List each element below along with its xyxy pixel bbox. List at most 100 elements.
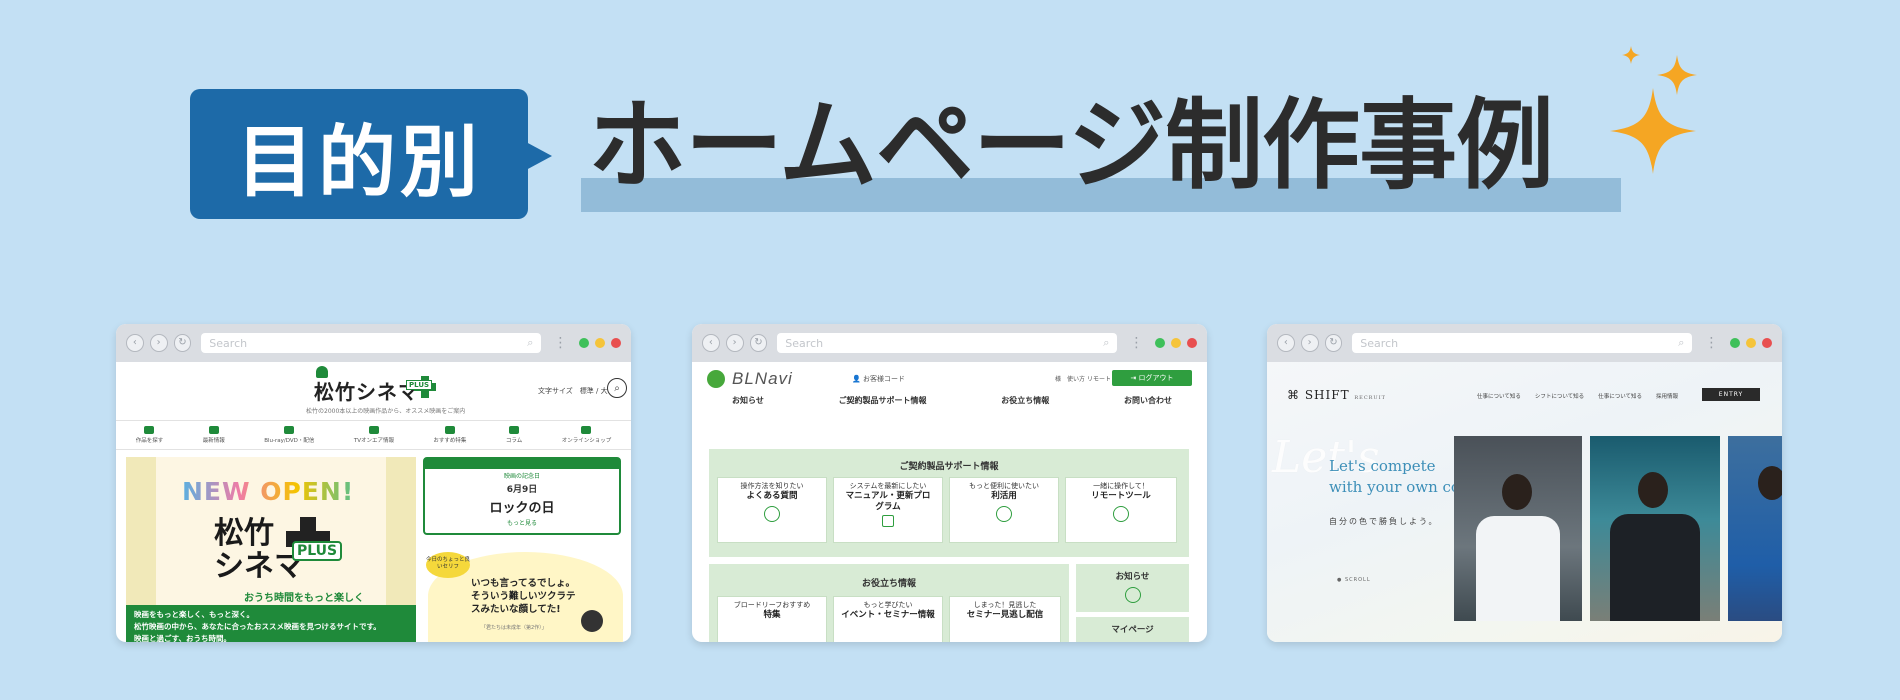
site-logo[interactable]: BLNavi xyxy=(732,369,793,389)
nav-item-news[interactable]: お知らせ xyxy=(732,395,764,406)
page-title: ホームページ制作事例 xyxy=(588,89,1554,203)
nav-item-work[interactable]: 仕事について知る xyxy=(1477,392,1521,400)
nav-item-features[interactable]: おすすめ特集 xyxy=(433,426,466,444)
main-nav: 仕事について知る シフトについて知る 仕事について知る 採用情報 xyxy=(1477,392,1678,400)
sparkle-small-icon xyxy=(1622,46,1640,64)
back-icon[interactable]: ‹ xyxy=(702,334,720,352)
reload-icon[interactable]: ↻ xyxy=(749,334,768,352)
font-size-control: 文字サイズ 標準 / 大 xyxy=(538,387,608,395)
window-red-dot[interactable] xyxy=(611,338,622,348)
useful-section: お役立ち情報 ブロードリーフおすすめ 特集 もっと学びたい イベント・セミナー情報 … xyxy=(709,564,1069,642)
remote-link[interactable]: リモート xyxy=(1087,376,1111,383)
scroll-indicator[interactable]: ● SCROLL xyxy=(1337,577,1371,583)
manual-card[interactable]: システムを最新にしたい マニュアル・更新プログラム xyxy=(833,477,943,543)
category-tag: 目的別 xyxy=(190,89,528,219)
back-icon[interactable]: ‹ xyxy=(126,334,144,352)
browser-window-shochiku: ‹ › ↻ Search ⌕ ⋮ 松竹シネマ PLUS 松竹の2000本以上の映画… xyxy=(116,324,631,642)
nav-item-bluray[interactable]: Blu-ray/DVD・配信 xyxy=(264,426,314,444)
logout-icon: ⇥ xyxy=(1130,374,1137,382)
nav-item-column[interactable]: コラム xyxy=(506,426,522,444)
nav-item-shop[interactable]: オンラインショップ xyxy=(562,426,611,444)
address-bar[interactable]: Search ⌕ xyxy=(1352,333,1693,353)
arrow-up-icon xyxy=(996,506,1012,522)
entry-button[interactable]: ENTRY xyxy=(1702,388,1760,401)
tv-icon xyxy=(368,426,379,434)
kebab-menu-icon[interactable]: ⋮ xyxy=(1129,336,1143,350)
side-mypage[interactable]: マイページ xyxy=(1076,617,1189,642)
browser-toolbar: ‹ › ↻ Search ⌕ ⋮ xyxy=(1267,324,1782,362)
quote-bubble: 今日のちょっと良いセリフ xyxy=(426,552,470,578)
site-logo[interactable]: ⌘ SHIFT RECRUIT xyxy=(1287,388,1386,402)
nav-item-search-works[interactable]: 作品を探す xyxy=(136,426,163,444)
address-bar[interactable]: Search ⌕ xyxy=(201,333,542,353)
search-icon[interactable]: ⌕ xyxy=(607,378,627,398)
staff-photo-3 xyxy=(1728,436,1782,621)
window-yellow-dot[interactable] xyxy=(595,338,606,348)
window-green-dot[interactable] xyxy=(1155,338,1166,348)
quote-source: 「君たちは未成年（第2作）」 xyxy=(481,625,547,631)
window-yellow-dot[interactable] xyxy=(1746,338,1757,348)
hero-badge: PLUS xyxy=(292,541,343,561)
anniversary-card[interactable]: 映画の記念日 6月9日 ロックの日 もっと見る xyxy=(423,457,621,535)
nav-item-about[interactable]: シフトについて知る xyxy=(1535,392,1584,400)
hero-new-open: NEW OPEN! xyxy=(182,477,355,506)
hero-tagline: おうち時間をもっと楽しく xyxy=(244,593,364,604)
window-yellow-dot[interactable] xyxy=(1171,338,1182,348)
nav-item-jobs[interactable]: 仕事について知る xyxy=(1598,392,1642,400)
staff-photo-2 xyxy=(1590,436,1720,621)
window-green-dot[interactable] xyxy=(579,338,590,348)
kebab-menu-icon[interactable]: ⋮ xyxy=(553,336,567,350)
nav-item-tv[interactable]: TVオンエア情報 xyxy=(354,426,394,444)
film-icon xyxy=(144,426,155,434)
nav-item-news[interactable]: 最新情報 xyxy=(203,426,225,444)
forward-icon[interactable]: › xyxy=(1300,334,1319,352)
question-icon xyxy=(764,506,780,522)
header-utilities: 様 使い方 リモート xyxy=(1055,376,1111,383)
main-nav: 作品を探す 最新情報 Blu-ray/DVD・配信 TVオンエア情報 おすすめ特… xyxy=(116,420,631,450)
faq-card[interactable]: 操作方法を知りたい よくある質問 xyxy=(717,477,827,543)
back-icon[interactable]: ‹ xyxy=(1277,334,1295,352)
megaphone-icon xyxy=(208,426,219,434)
support-section: ご契約製品サポート情報 操作方法を知りたい よくある質問 システムを最新にしたいマ… xyxy=(709,449,1189,557)
event-card[interactable]: もっと学びたい イベント・セミナー情報 xyxy=(833,596,943,642)
remote-card[interactable]: 一緒に操作して！ リモートツール xyxy=(1065,477,1177,543)
nav-item-useful[interactable]: お役立ち情報 xyxy=(1001,395,1049,406)
tag-pointer xyxy=(526,142,552,170)
shift-mark-icon: ⌘ xyxy=(1287,388,1300,402)
logout-button[interactable]: ⇥ ログアウト xyxy=(1112,370,1192,386)
card-title: ロックの日 xyxy=(489,501,555,516)
address-bar[interactable]: Search ⌕ xyxy=(777,333,1118,353)
clipboard-icon xyxy=(882,515,894,527)
feature-card[interactable]: ブロードリーフおすすめ 特集 xyxy=(717,596,827,642)
nav-item-support[interactable]: ご契約製品サポート情報 xyxy=(839,395,927,406)
hero-banner[interactable]: NEW OPEN! 松竹 シネマ PLUS おうち時間をもっと楽しく 映画をもっと… xyxy=(126,457,416,642)
card-date: 6月9日 xyxy=(506,485,538,495)
forward-icon[interactable]: › xyxy=(725,334,744,352)
window-red-dot[interactable] xyxy=(1762,338,1773,348)
browser-window-blnavi: ‹ › ↻ Search ⌕ ⋮ BLNavi 👤 お客様コード 様 使い方 リモ… xyxy=(692,324,1207,642)
nav-item-contact[interactable]: お問い合わせ xyxy=(1124,395,1172,406)
address-placeholder: Search xyxy=(1360,336,1399,350)
hero-subtitle: 自分の色で勝負しよう。 xyxy=(1329,517,1439,526)
font-size-standard[interactable]: 標準 xyxy=(580,387,594,395)
card-more-link[interactable]: もっと見る xyxy=(425,518,619,527)
reload-icon[interactable]: ↻ xyxy=(173,334,192,352)
usage-card[interactable]: もっと便利に使いたい 利活用 xyxy=(949,477,1059,543)
magnifier-icon: ⌕ xyxy=(527,336,534,349)
kebab-menu-icon[interactable]: ⋮ xyxy=(1704,336,1718,350)
book-icon xyxy=(444,426,455,434)
forward-icon[interactable]: › xyxy=(149,334,168,352)
guide-link[interactable]: 使い方 xyxy=(1067,376,1085,383)
reload-icon[interactable]: ↻ xyxy=(1324,334,1343,352)
side-news[interactable]: お知らせ xyxy=(1076,564,1189,612)
info-icon xyxy=(1124,587,1141,603)
site-logo[interactable]: 松竹シネマ xyxy=(314,376,419,405)
font-size-label: 文字サイズ xyxy=(538,387,573,395)
replay-card[interactable]: しまった！見逃した セミナー見逃し配信 xyxy=(949,596,1061,642)
pen-icon xyxy=(509,426,520,434)
window-green-dot[interactable] xyxy=(1730,338,1741,348)
window-red-dot[interactable] xyxy=(1187,338,1198,348)
nav-item-recruit[interactable]: 採用情報 xyxy=(1656,392,1678,400)
site-tagline: 松竹の2000本以上の映画作品から、オススメ映画をご案内 xyxy=(306,408,466,415)
sparkle-medium-icon xyxy=(1657,55,1697,95)
